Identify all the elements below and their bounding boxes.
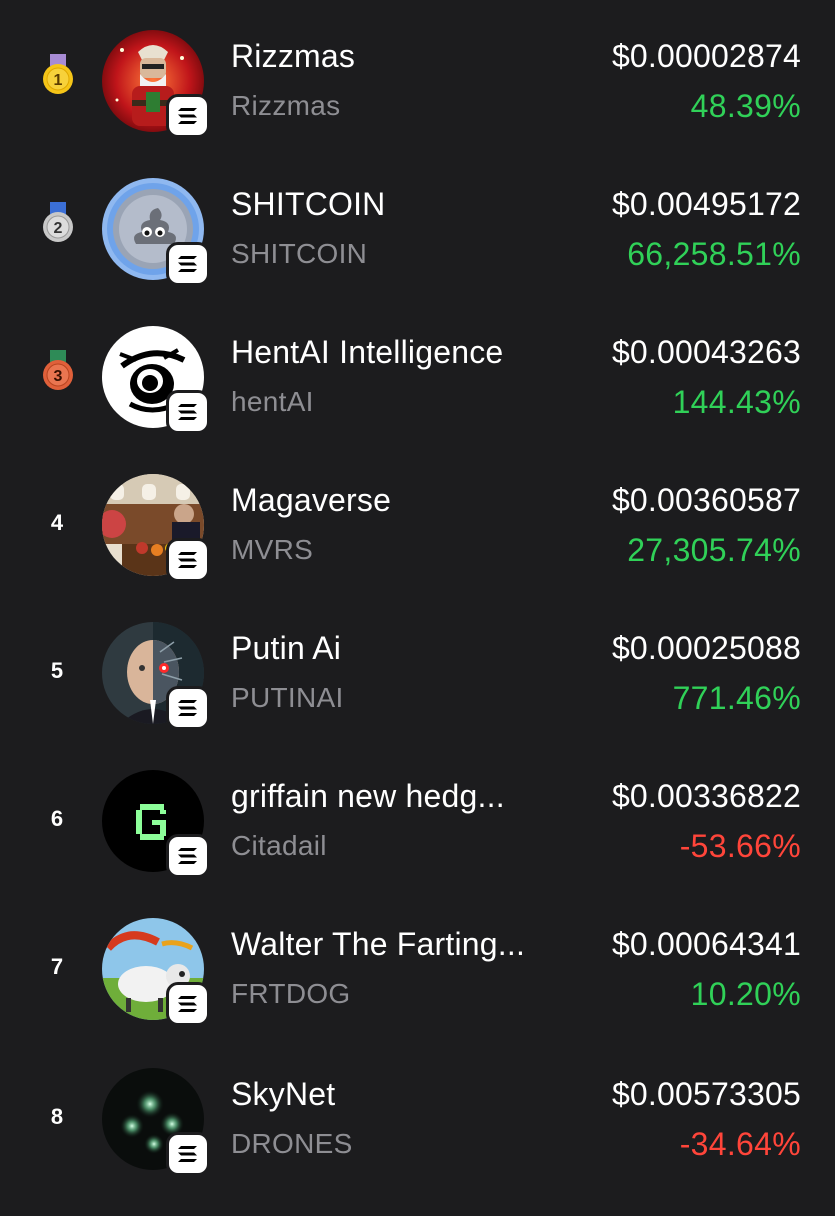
solana-icon xyxy=(166,1132,210,1176)
token-name: Walter The Farting... xyxy=(231,926,526,962)
token-name: HentAI Intelligence xyxy=(231,334,504,370)
svg-text:1: 1 xyxy=(54,72,63,89)
token-price: $0.00495172 xyxy=(611,186,801,222)
token-ticker: MVRS xyxy=(231,534,314,565)
token-price: $0.00064341 xyxy=(611,926,801,962)
token-name: Rizzmas xyxy=(231,38,356,74)
token-list: 1 Rizzmas Rizzmas $0.00002874 48.39% 2 S… xyxy=(0,0,835,1200)
rank-number: 4 xyxy=(50,510,64,535)
token-row[interactable]: 6 griffain new hedg... Citadail $0.00336… xyxy=(0,770,835,918)
token-row[interactable]: 3 HentAI Intelligence hentAI $0.00043263… xyxy=(0,326,835,474)
token-row[interactable]: 2 SHITCOIN SHITCOIN $0.00495172 66,258.5… xyxy=(0,178,835,326)
price-change: 48.39% xyxy=(690,88,801,124)
price-change: 10.20% xyxy=(690,976,801,1012)
silver-medal-icon: 2 xyxy=(38,200,78,244)
rank-number: 5 xyxy=(50,658,64,683)
svg-text:3: 3 xyxy=(54,368,63,385)
token-name: Putin Ai xyxy=(231,630,342,666)
token-ticker: hentAI xyxy=(231,386,314,417)
token-row[interactable]: 8 SkyNet DRONES $0.00573305 -34.64% xyxy=(0,1068,835,1216)
price-change: -53.66% xyxy=(679,828,801,864)
solana-icon xyxy=(166,538,210,582)
solana-icon xyxy=(166,242,210,286)
solana-icon xyxy=(166,94,210,138)
token-name: SHITCOIN xyxy=(231,186,386,222)
token-name: Magaverse xyxy=(231,482,392,518)
gold-medal-icon: 1 xyxy=(38,52,78,96)
token-price: $0.00025088 xyxy=(611,630,801,666)
token-ticker: SHITCOIN xyxy=(231,238,368,269)
token-ticker: Citadail xyxy=(231,830,327,861)
solana-icon xyxy=(166,982,210,1026)
rank-number: 8 xyxy=(50,1104,64,1129)
price-change: 771.46% xyxy=(672,680,801,716)
token-ticker: PUTINAI xyxy=(231,682,344,713)
token-ticker: Rizzmas xyxy=(231,90,341,121)
token-name: SkyNet xyxy=(231,1076,336,1112)
token-price: $0.00043263 xyxy=(611,334,801,370)
token-row[interactable]: 4 Magaverse MVRS $0.00360587 27,305.74% xyxy=(0,474,835,622)
token-name: griffain new hedg... xyxy=(231,778,505,814)
token-ticker: FRTDOG xyxy=(231,978,351,1009)
rank-number: 7 xyxy=(50,954,64,979)
token-row[interactable]: 5 Putin Ai PUTINAI $0.00025088 771.46% xyxy=(0,622,835,770)
token-row[interactable]: 1 Rizzmas Rizzmas $0.00002874 48.39% xyxy=(0,30,835,178)
token-ticker: DRONES xyxy=(231,1128,353,1159)
solana-icon xyxy=(166,390,210,434)
svg-text:2: 2 xyxy=(54,220,63,237)
token-price: $0.00336822 xyxy=(611,778,801,814)
token-price: $0.00002874 xyxy=(611,38,801,74)
solana-icon xyxy=(166,834,210,878)
price-change: 66,258.51% xyxy=(627,236,801,272)
token-row[interactable]: 7 Walter The Farting... FRTDOG $0.000643… xyxy=(0,918,835,1066)
price-change: 144.43% xyxy=(672,384,801,420)
price-change: -34.64% xyxy=(679,1126,801,1162)
bronze-medal-icon: 3 xyxy=(38,348,78,392)
token-price: $0.00360587 xyxy=(611,482,801,518)
price-change: 27,305.74% xyxy=(627,532,801,568)
token-price: $0.00573305 xyxy=(611,1076,801,1112)
solana-icon xyxy=(166,686,210,730)
rank-number: 6 xyxy=(50,806,64,831)
